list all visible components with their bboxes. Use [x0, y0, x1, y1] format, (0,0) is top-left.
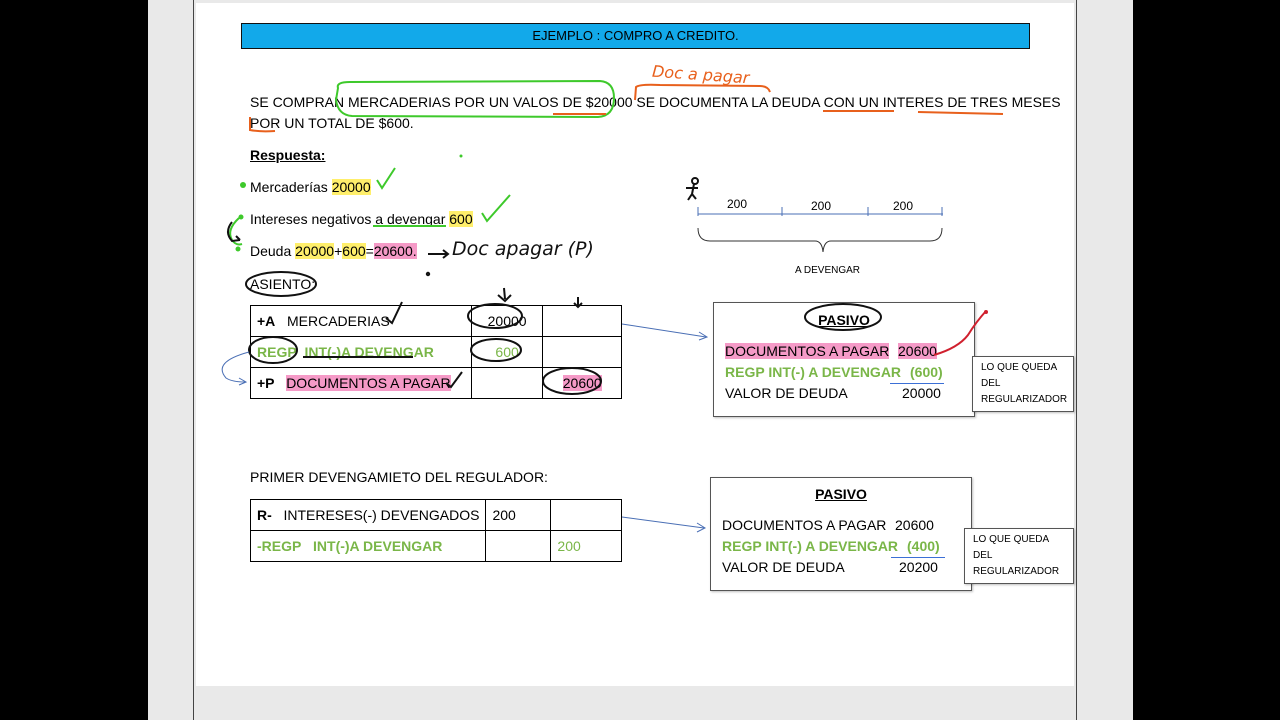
- subtotal-line: [890, 383, 944, 384]
- timeline-segment-3: 200: [893, 199, 914, 213]
- subtotal-line: [891, 557, 945, 558]
- valor-value: 20000: [902, 385, 941, 401]
- documentos-value-text: 20600: [898, 343, 937, 359]
- answer-intereses: Intereses negativos a devengar 600: [250, 210, 473, 228]
- note-line-1: LO QUE QUEDA DEL: [981, 362, 1057, 389]
- devengo-table: R- INTERESES(-) DEVENGADOS 200 -REGP INT…: [249, 499, 622, 562]
- debe-cell: 600: [470, 336, 544, 368]
- haber-cell: [542, 336, 622, 368]
- debe-cell: [470, 367, 544, 399]
- deuda-equals: =: [365, 243, 374, 259]
- valor-label: VALOR DE DEUDA: [722, 559, 845, 575]
- intereses-value: 600: [449, 211, 473, 227]
- deuda-total: 20600.: [373, 243, 417, 259]
- account-prefix: +A: [257, 313, 276, 329]
- pasivo-title: PASIVO: [818, 312, 870, 328]
- debe-cell: 20000: [470, 305, 544, 337]
- account-name: DOCUMENTOS A PAGAR: [286, 375, 451, 391]
- timeline-segment-1: 200: [727, 197, 748, 211]
- debe-cell: 200: [485, 499, 552, 531]
- account-name: INT(-)A DEVENGAR: [313, 538, 443, 554]
- account-name: INT(-)A DEVENGAR: [304, 344, 434, 360]
- account-prefix: R-: [257, 507, 272, 523]
- account-prefix: -REGP: [257, 538, 302, 554]
- pasivo-box-1: PASIVO DOCUMENTOS A PAGAR 20600 REGP INT…: [713, 302, 975, 417]
- deuda-value-a: 20000: [295, 243, 335, 259]
- regp-label: REGP INT(-) A DEVENGAR: [722, 538, 899, 554]
- documentos-label: DOCUMENTOS A PAGAR: [722, 517, 887, 533]
- answer-mercaderias: Mercaderías 20000: [250, 178, 371, 196]
- page-right-border: [1076, 0, 1077, 720]
- account-prefix: +P: [257, 375, 275, 391]
- regp-label: REGP INT(-) A DEVENGAR: [725, 364, 902, 380]
- documentos-value: 20600: [895, 517, 934, 533]
- account-cell: +A MERCADERIAS: [250, 305, 472, 337]
- asiento-label: ASIENTO:: [250, 276, 316, 292]
- asiento-table: +A MERCADERIAS 20000 REGP INT(-)A DEVENG…: [250, 305, 622, 399]
- valor-label: VALOR DE DEUDA: [725, 385, 848, 401]
- account-cell: -REGP INT(-)A DEVENGAR: [249, 530, 487, 562]
- table-row: +P DOCUMENTOS A PAGAR 20600: [250, 367, 622, 399]
- table-row: -REGP INT(-)A DEVENGAR 200: [249, 530, 622, 562]
- table-row: R- INTERESES(-) DEVENGADOS 200: [249, 499, 622, 531]
- account-name: MERCADERIAS: [286, 313, 390, 329]
- respuesta-heading: Respuesta:: [250, 147, 326, 163]
- table-row: +A MERCADERIAS 20000: [250, 305, 622, 337]
- haber-value: 20600: [562, 375, 602, 391]
- note-line-2: REGULARIZADOR: [973, 566, 1060, 577]
- mercaderias-label: Mercaderías: [250, 179, 332, 195]
- account-cell: REGP INT(-)A DEVENGAR: [250, 336, 472, 368]
- documentos-label-text: DOCUMENTOS A PAGAR: [725, 343, 890, 359]
- account-name: INTERESES(-) DEVENGADOS: [283, 507, 480, 523]
- statement-line-1: SE COMPRAN MERCADERIAS POR UN VALOS DE $…: [250, 94, 1061, 110]
- mercaderias-value: 20000: [331, 179, 371, 195]
- answer-deuda: Deuda 20000+600=20600.: [250, 242, 417, 260]
- table-row: REGP INT(-)A DEVENGAR 600: [250, 336, 622, 368]
- pasivo-title: PASIVO: [815, 486, 867, 502]
- debe-cell: [485, 530, 552, 562]
- documentos-value: 20600: [898, 343, 937, 359]
- note-line-2: REGULARIZADOR: [981, 394, 1068, 405]
- statement-line-2: POR UN TOTAL DE $600.: [250, 115, 414, 131]
- regp-value: (400): [907, 538, 940, 554]
- account-cell: R- INTERESES(-) DEVENGADOS: [249, 499, 487, 531]
- note-regularizador-2: LO QUE QUEDA DEL REGULARIZADOR: [964, 528, 1074, 584]
- a-devengar-label: A DEVENGAR: [795, 265, 861, 276]
- screen: EJEMPLO : COMPRO A CREDITO. SE COMPRAN M…: [0, 0, 1280, 720]
- intereses-label: Intereses negativos a devengar: [250, 211, 450, 227]
- deuda-label: Deuda: [250, 243, 296, 259]
- valor-value: 20200: [899, 559, 938, 575]
- haber-cell: [542, 305, 622, 337]
- title-banner: EJEMPLO : COMPRO A CREDITO.: [241, 23, 1030, 49]
- timeline-segment-2: 200: [811, 199, 832, 213]
- account-prefix: REGP: [257, 344, 297, 360]
- regp-value: (600): [910, 364, 943, 380]
- account-cell: +P DOCUMENTOS A PAGAR: [250, 367, 472, 399]
- haber-cell: [550, 499, 622, 531]
- deuda-value-b: 600: [342, 243, 366, 259]
- note-line-1: LO QUE QUEDA DEL: [973, 534, 1049, 561]
- haber-cell: 20600: [542, 367, 622, 399]
- pasivo-box-2: PASIVO DOCUMENTOS A PAGAR 20600 REGP INT…: [710, 477, 972, 591]
- page-left-border: [193, 0, 194, 720]
- handwritten-doc-apagar: Doc apagar (P): [452, 238, 594, 260]
- documentos-label: DOCUMENTOS A PAGAR: [725, 343, 890, 359]
- note-regularizador-1: LO QUE QUEDA DEL REGULARIZADOR: [972, 356, 1074, 412]
- haber-cell: 200: [550, 530, 622, 562]
- primer-devengamiento-label: PRIMER DEVENGAMIETO DEL REGULADOR:: [250, 469, 548, 485]
